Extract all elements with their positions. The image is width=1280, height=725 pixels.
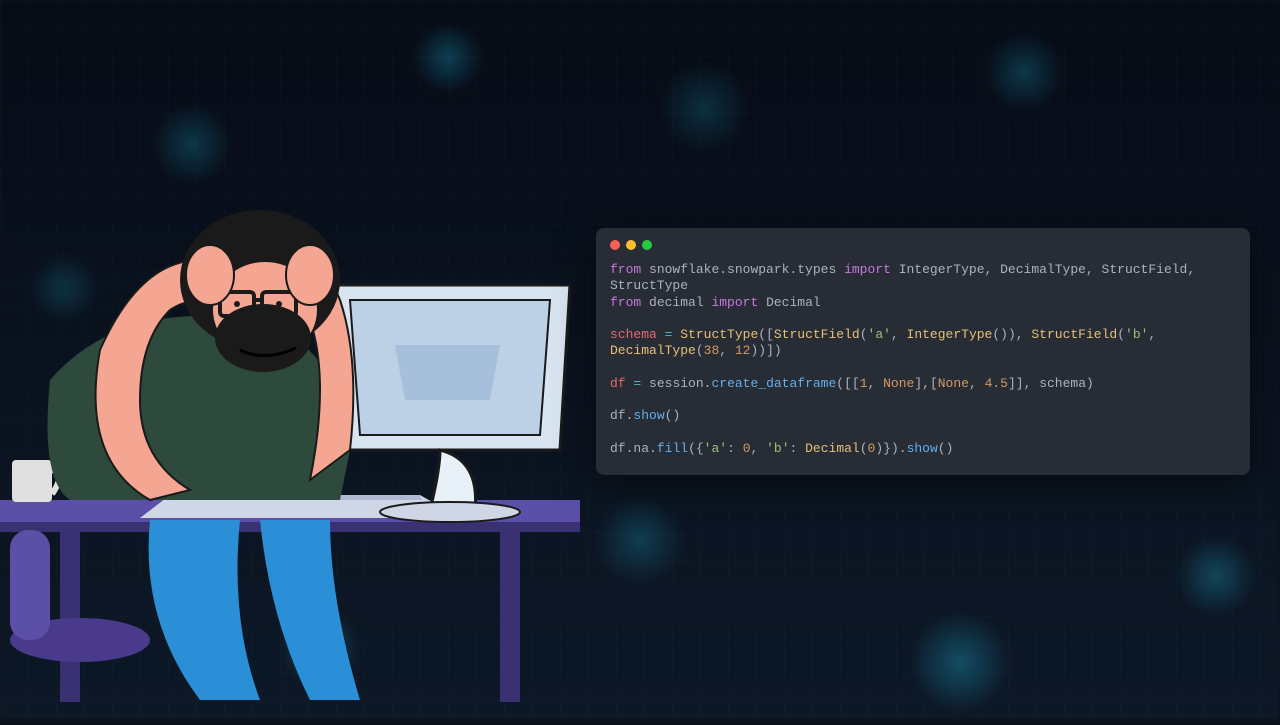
maximize-icon[interactable] [642, 240, 652, 250]
window-controls [610, 240, 1236, 250]
minimize-icon[interactable] [626, 240, 636, 250]
code-window: from snowflake.snowpark.types import Int… [596, 228, 1250, 475]
close-icon[interactable] [610, 240, 620, 250]
developer-illustration [0, 200, 600, 720]
code-block: from snowflake.snowpark.types import Int… [610, 262, 1236, 457]
